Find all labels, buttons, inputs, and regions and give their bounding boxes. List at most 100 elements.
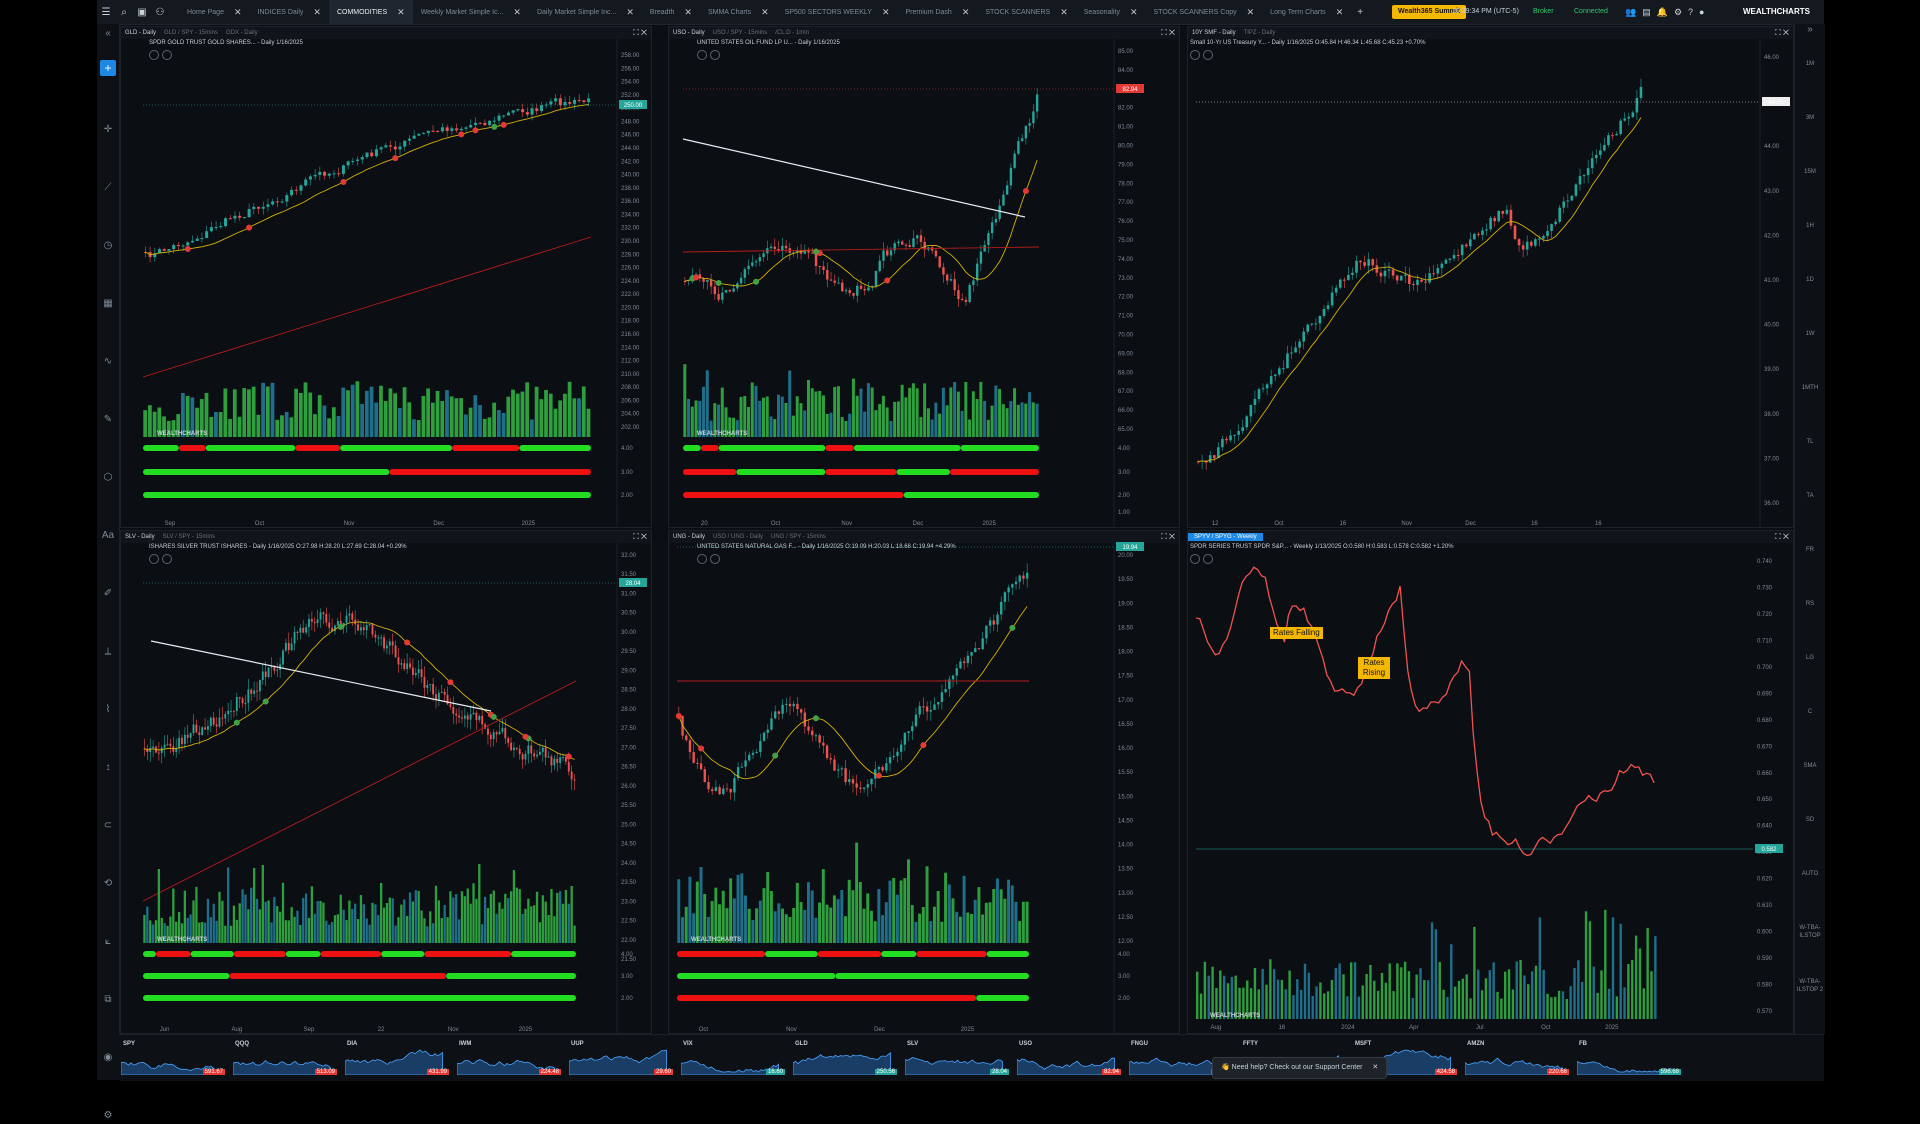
- timeframe-3[interactable]: 1H: [1795, 222, 1825, 230]
- add-tab-button[interactable]: +: [1351, 7, 1369, 18]
- close-tab-icon[interactable]: ✕: [761, 7, 769, 18]
- chart-icon[interactable]: ⟀: [97, 934, 119, 950]
- ruler-icon[interactable]: ⟂: [97, 644, 119, 660]
- chart-canvas[interactable]: 20.00 19.50 19.00 18.50 18.00 17.50 17.00 16.50…: [669, 531, 1179, 1033]
- timeframe-14[interactable]: SD: [1795, 816, 1825, 824]
- tab-3[interactable]: Weekly Market Simple Ic... ✕: [413, 0, 529, 24]
- close-tab-icon[interactable]: ✕: [1336, 7, 1344, 18]
- pattern-icon[interactable]: ⌇: [97, 702, 119, 718]
- close-tab-icon[interactable]: ✕: [684, 7, 692, 18]
- ticker-tile-qqq[interactable]: QQQ 513.09: [233, 1041, 339, 1077]
- chart-canvas[interactable]: 32.00 31.50 31.00 30.50 30.00 29.50 29.00 28.50…: [121, 531, 651, 1033]
- timeframe-15[interactable]: AUTO: [1795, 870, 1825, 878]
- avatar[interactable]: ●: [1699, 7, 1704, 17]
- tab-1[interactable]: INDICES Daily ✕: [250, 0, 329, 24]
- close-tab-icon[interactable]: ✕: [397, 7, 405, 18]
- ticker-tile-uso[interactable]: USO 82.94: [1017, 1041, 1123, 1077]
- close-tab-icon[interactable]: ✕: [962, 7, 970, 18]
- y-tick-label: 216.00: [621, 332, 640, 338]
- chart-canvas[interactable]: 85.0084.0083.0082.0081.0080.0079.0078.00…: [669, 27, 1179, 527]
- expand-icon[interactable]: »: [1795, 25, 1825, 35]
- wave-icon[interactable]: ∿: [97, 354, 119, 370]
- timeframe-17[interactable]: W-TBA-ILSTOP 2: [1795, 978, 1825, 994]
- ticker-tile-spy[interactable]: SPY 591.67: [121, 1041, 227, 1077]
- users-icon[interactable]: 👥: [1625, 7, 1636, 18]
- close-tab-icon[interactable]: ✕: [882, 7, 890, 18]
- timeframe-16[interactable]: W-TBA-ILSTOP: [1795, 924, 1825, 940]
- ticker-tile-uup[interactable]: UUP 29.60: [569, 1041, 675, 1077]
- menu-icon[interactable]: ☰: [97, 0, 115, 24]
- layout-icon[interactable]: ▣: [133, 0, 151, 24]
- chart-canvas[interactable]: 46.0045.0044.0043.0042.0041.0040.0039.00…: [1188, 27, 1793, 527]
- timeframe-0[interactable]: 1M: [1795, 60, 1825, 68]
- search-icon[interactable]: ⌕: [115, 0, 133, 24]
- tab-12[interactable]: Long Term Charts ✕: [1262, 0, 1351, 24]
- ticker-tile-slv[interactable]: SLV 28.04: [905, 1041, 1011, 1077]
- close-tab-icon[interactable]: ✕: [234, 7, 242, 18]
- timeframe-2[interactable]: 15M: [1795, 168, 1825, 176]
- tab-8[interactable]: Premium Dash ✕: [898, 0, 978, 24]
- tab-2[interactable]: COMMODITIES ✕: [328, 0, 413, 24]
- tab-6[interactable]: SMMA Charts ✕: [700, 0, 777, 24]
- tab-10[interactable]: Seasonality ✕: [1076, 0, 1146, 24]
- tab-5[interactable]: Breadth ✕: [642, 0, 700, 24]
- chart-canvas[interactable]: 0.740 0.730 0.720 0.710 0.700 0.690 0.680 0.670…: [1188, 531, 1793, 1033]
- volume-bar: [858, 882, 862, 943]
- timeframe-5[interactable]: 1W: [1795, 330, 1825, 338]
- timeframe-11[interactable]: LG: [1795, 654, 1825, 662]
- brush-icon[interactable]: ✐: [97, 586, 119, 602]
- chart-canvas[interactable]: 258.00 256.00 254.00 252.00 250.00 248.00 246.…: [121, 27, 651, 527]
- timeframe-9[interactable]: FR: [1795, 546, 1825, 554]
- volume-bar: [885, 407, 889, 437]
- magnet-icon[interactable]: ⊂: [97, 818, 119, 834]
- tab-4[interactable]: Daily Market Simple Inc... ✕: [529, 0, 642, 24]
- gear-icon[interactable]: ⚙: [1674, 7, 1682, 18]
- close-tab-icon[interactable]: ✕: [626, 7, 634, 18]
- ticker-tile-amzn[interactable]: AMZN 220.66: [1465, 1041, 1571, 1077]
- ticker-tile-fb[interactable]: FB 596.68: [1577, 1041, 1683, 1077]
- y-tick-label: 218.00: [621, 319, 640, 325]
- close-tab-icon[interactable]: ✕: [1130, 7, 1138, 18]
- tab-11[interactable]: STOCK SCANNERS Copy ✕: [1146, 0, 1263, 24]
- ticker-tile-iwm[interactable]: IWM 224.48: [457, 1041, 563, 1077]
- tab-7[interactable]: SP500 SECTORS WEEKLY ✕: [777, 0, 898, 24]
- close-icon[interactable]: ✕: [1372, 1064, 1378, 1071]
- ticker-tile-vix[interactable]: VIX 16.60: [681, 1041, 787, 1077]
- ticker-tile-dia[interactable]: DIA 431.99: [345, 1041, 451, 1077]
- timeframe-4[interactable]: 1D: [1795, 276, 1825, 284]
- lock-icon[interactable]: ⟲: [97, 876, 119, 892]
- close-tab-icon[interactable]: ✕: [1060, 7, 1068, 18]
- crosshair-icon[interactable]: ✛: [97, 122, 119, 138]
- timeframe-8[interactable]: TA: [1795, 492, 1825, 500]
- ticker-tile-gld[interactable]: GLD 250.56: [793, 1041, 899, 1077]
- close-tab-icon[interactable]: ✕: [513, 7, 521, 18]
- text-icon[interactable]: Aa: [97, 528, 119, 544]
- timeframe-6[interactable]: 1MTH: [1795, 384, 1825, 392]
- volume-bar: [1276, 979, 1280, 1019]
- bell-icon[interactable]: 🔔: [1657, 7, 1668, 18]
- layers-icon[interactable]: ⧉: [97, 992, 119, 1008]
- trend-line-icon[interactable]: ⟋: [97, 180, 119, 196]
- add-chart-button[interactable]: +: [100, 60, 116, 76]
- eye-icon[interactable]: ◉: [97, 1050, 119, 1066]
- collapse-icon[interactable]: «: [97, 26, 119, 42]
- support-banner[interactable]: 👋 Need help? Check out our Support Cente…: [1212, 1057, 1388, 1079]
- shapes-icon[interactable]: ⬡: [97, 470, 119, 486]
- help-icon[interactable]: ?: [1688, 7, 1693, 17]
- tab-0[interactable]: Home Page ✕: [179, 0, 250, 24]
- timeframe-7[interactable]: TL: [1795, 438, 1825, 446]
- timeframe-13[interactable]: SMA: [1795, 762, 1825, 770]
- timeframe-10[interactable]: RS: [1795, 600, 1825, 608]
- calendar-icon[interactable]: ▦: [97, 296, 119, 312]
- measure-icon[interactable]: ↕: [97, 760, 119, 776]
- ai-icon[interactable]: ⚇: [151, 0, 169, 24]
- pencil-icon[interactable]: ✎: [97, 412, 119, 428]
- circle-icon[interactable]: ◷: [97, 238, 119, 254]
- save-icon[interactable]: ▤: [1642, 7, 1651, 18]
- close-tab-icon[interactable]: ✕: [313, 7, 321, 18]
- timeframe-12[interactable]: C: [1795, 708, 1825, 716]
- settings-icon[interactable]: ⚙: [97, 1108, 119, 1124]
- timeframe-1[interactable]: 3M: [1795, 114, 1825, 122]
- close-tab-icon[interactable]: ✕: [1247, 7, 1255, 18]
- tab-9[interactable]: STOCK SCANNERS ✕: [977, 0, 1075, 24]
